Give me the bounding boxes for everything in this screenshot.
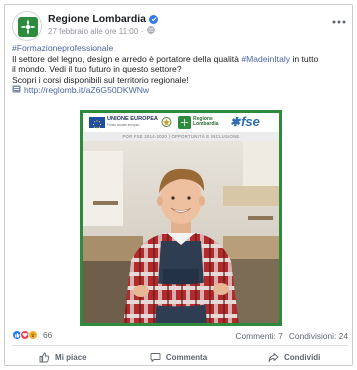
eu-label: UNIONE EUROPEA [107, 116, 158, 122]
share-button[interactable]: Condividi [236, 348, 352, 366]
eu-sublabel: Fondo sociale europeo [107, 123, 140, 127]
post-meta: 27 febbraio alle ore 11:00 · [48, 26, 155, 36]
more-icon [332, 20, 346, 24]
like-button[interactable]: Mi piace [5, 348, 121, 366]
wow-reaction-icon [28, 330, 38, 340]
page-name-text[interactable]: Regione Lombardia [48, 13, 146, 25]
action-bar: Mi piace Commenta Condividi [5, 348, 352, 366]
eu-flag-icon [89, 117, 105, 129]
hashtag-link[interactable]: #Formazioneprofessionale [12, 43, 352, 54]
post-text: #Formazioneprofessionale Il settore del … [12, 43, 352, 96]
like-label[interactable]: Mi piace [55, 353, 87, 362]
comment-icon [150, 352, 161, 362]
program-banner: POR FSE 2014-2020 | OPPORTUNITÀ E INCLUS… [83, 132, 279, 141]
logo-bar: UNIONE EUROPEA Fondo sociale europeo Reg… [83, 113, 279, 132]
text-segment: in tutto [290, 53, 319, 64]
comment-label[interactable]: Commenta [166, 353, 207, 362]
engagement-counts: Commenti: 7 Condivisioni: 24 [235, 331, 348, 341]
post-text-line-1: Il settore del legno, design e arredo è … [12, 54, 352, 65]
text-segment: Il settore del legno, design e arredo è … [12, 53, 242, 64]
post-link-line: http://reglomb.it/aZ6G50DKWNw [12, 85, 352, 96]
globe-icon [147, 26, 155, 36]
fse-star-icon: ✱ [230, 114, 241, 129]
share-icon [268, 352, 279, 362]
shares-count[interactable]: Condivisioni: 24 [289, 331, 348, 341]
more-options-button[interactable] [332, 15, 346, 27]
regione-lombardia-logo-icon [178, 116, 191, 129]
post-image[interactable]: UNIONE EUROPEA Fondo sociale europeo Reg… [80, 110, 282, 326]
post-text-line-2: il mondo. Vedi il tuo futuro in questo s… [12, 64, 182, 75]
hashtag-madeinitaly[interactable]: #MadeinItaly [241, 54, 290, 64]
reaction-count[interactable]: 66 [43, 330, 52, 340]
like-icon [39, 352, 50, 362]
page-name[interactable]: Regione Lombardia [48, 13, 159, 25]
post-timestamp[interactable]: 27 febbraio alle ore 11:00 [48, 27, 138, 36]
rl-label-2: Lombardia [193, 121, 219, 128]
divider [12, 345, 348, 346]
post-link[interactable]: http://reglomb.it/aZ6G50DKWNw [24, 85, 149, 96]
comments-count[interactable]: Commenti: 7 [235, 331, 282, 341]
link-icon [12, 85, 21, 96]
share-label[interactable]: Condividi [284, 353, 320, 362]
student-photo [83, 141, 279, 323]
regione-lombardia-label: Regione Lombardia [193, 116, 219, 128]
fse-logo: ✱ fse [230, 114, 260, 129]
post-text-line-3: Scopri i corsi disponibili sul territori… [12, 74, 189, 85]
page-avatar[interactable] [12, 11, 42, 41]
facebook-post: Regione Lombardia 27 febbraio alle ore 1… [4, 4, 353, 366]
verified-icon [149, 14, 159, 24]
reactions-summary[interactable]: 66 [12, 330, 52, 340]
post-header: Regione Lombardia 27 febbraio alle ore 1… [12, 11, 346, 45]
comment-button[interactable]: Commenta [121, 348, 237, 366]
fse-label: fse [241, 114, 260, 129]
italian-republic-emblem-icon [161, 116, 172, 129]
